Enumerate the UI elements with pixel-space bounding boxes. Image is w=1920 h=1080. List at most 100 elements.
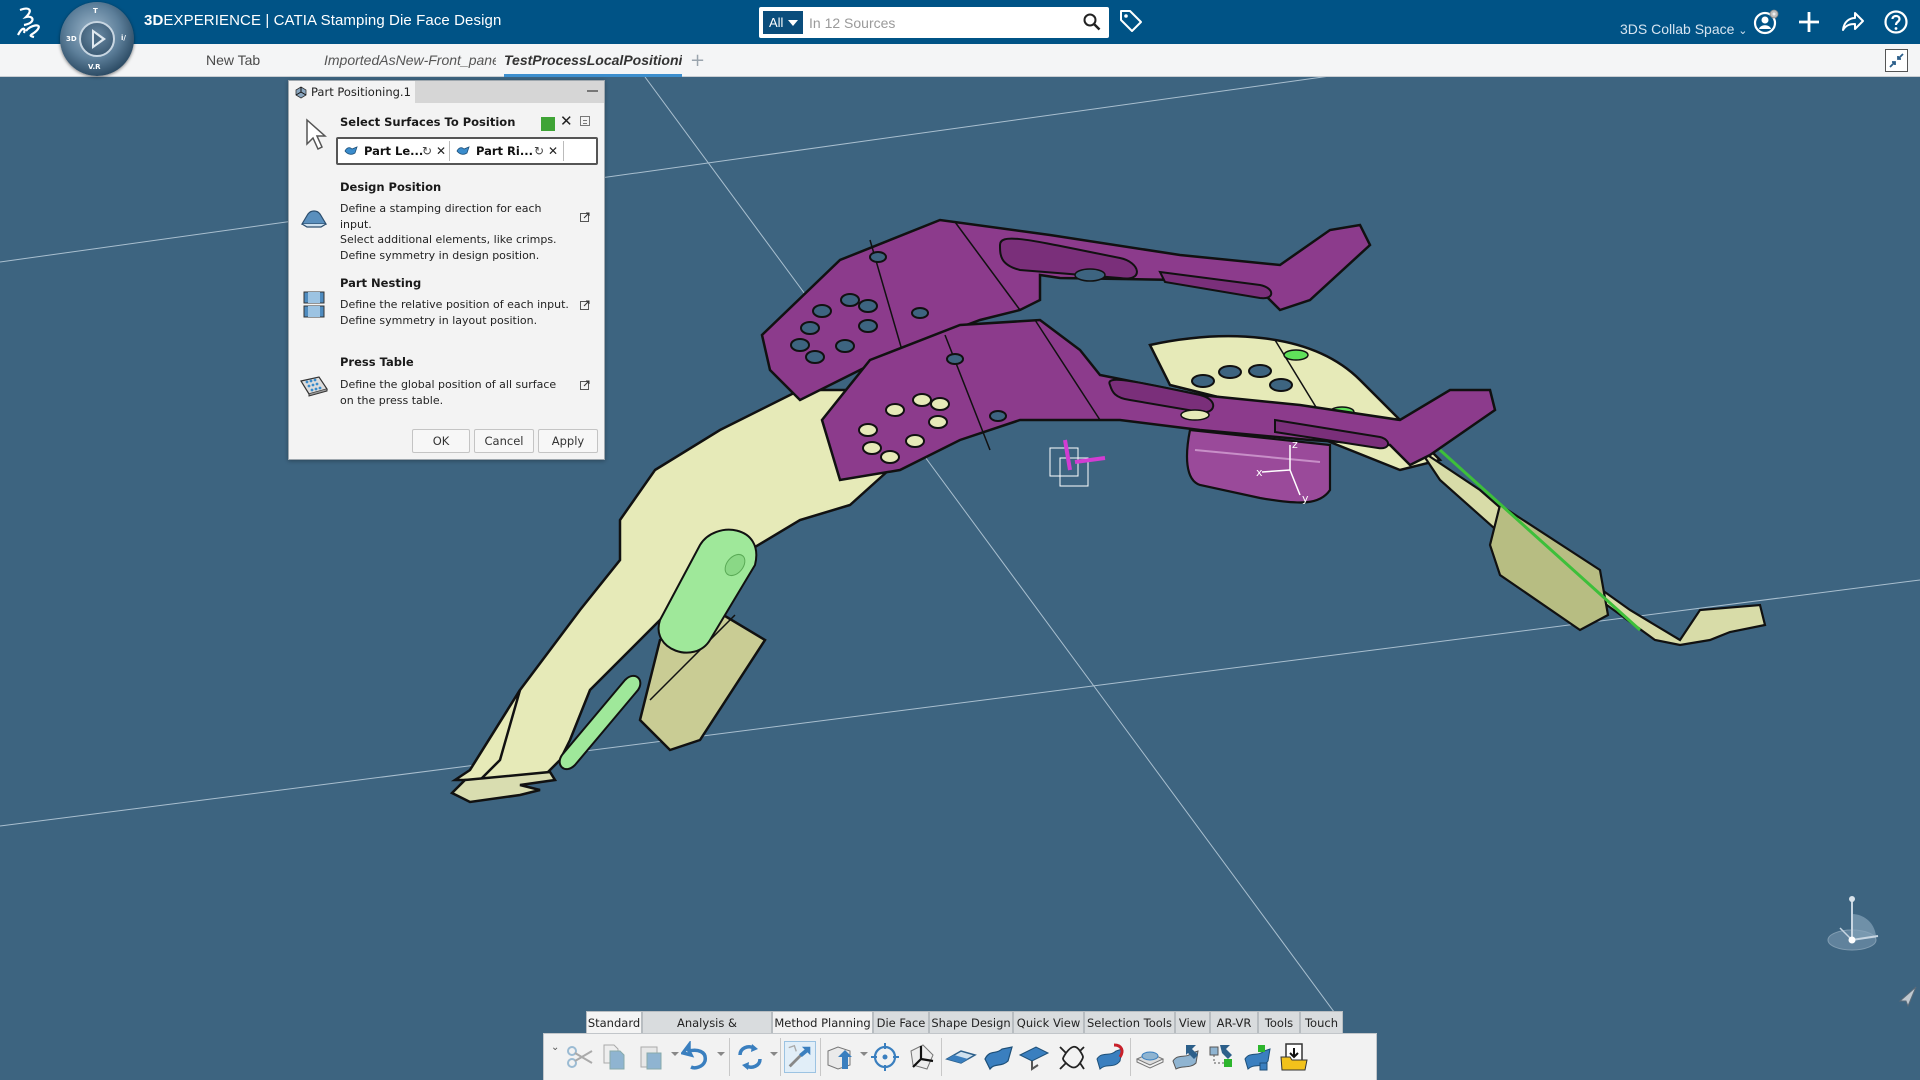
design-position-icon[interactable] — [299, 204, 329, 234]
refresh-icon[interactable]: ↻ — [422, 141, 432, 161]
tab-touch[interactable]: Touch — [1300, 1011, 1343, 1033]
description-line: Define a stamping direction for each inp… — [340, 202, 542, 231]
tab-method-planning[interactable]: Method Planning — [772, 1011, 873, 1033]
caret-down-icon — [788, 20, 798, 26]
paste-icon[interactable] — [636, 1041, 668, 1073]
undo-icon[interactable] — [681, 1041, 713, 1073]
tab-analysis-preparation[interactable]: Analysis & Preparation — [642, 1011, 772, 1052]
refresh-icon[interactable]: ↻ — [534, 141, 544, 161]
axis-label-z: z — [1292, 438, 1298, 451]
description-line: Define symmetry in design position. — [340, 248, 540, 262]
description-line: Define the global position of all surfac… — [340, 378, 557, 391]
compass-label-vr: V.R — [88, 63, 101, 71]
selection-chip-part-left[interactable]: Part Le... ↻ ✕ — [340, 141, 450, 161]
chevron-down-icon[interactable]: ⌄ — [551, 1042, 559, 1053]
compass-widget[interactable]: T 3D i/ V.R — [60, 2, 134, 76]
remove-selection-icon[interactable]: ✕ — [548, 141, 558, 161]
part-nesting-title[interactable]: Part Nesting — [340, 276, 421, 290]
part-positioning-icon — [295, 86, 307, 99]
toolbar-divider — [820, 1038, 821, 1076]
curve-icon[interactable] — [1056, 1041, 1088, 1073]
connect-icon[interactable] — [1242, 1041, 1274, 1073]
copy-icon[interactable] — [598, 1041, 630, 1073]
tab-selection-tools[interactable]: Selection Tools — [1084, 1011, 1175, 1033]
hierarchy-icon[interactable] — [1206, 1041, 1238, 1073]
external-link-icon[interactable] — [580, 380, 590, 390]
search-filter-dropdown[interactable]: All — [763, 11, 803, 34]
tab-ar-vr[interactable]: AR-VR — [1210, 1011, 1258, 1033]
press-table-tool-icon[interactable] — [1134, 1041, 1166, 1073]
flip-surface-icon[interactable] — [1094, 1041, 1126, 1073]
part-nesting-icon[interactable] — [299, 290, 329, 320]
action-bar: ⌄ — [543, 1033, 1377, 1080]
update-icon[interactable] — [734, 1041, 766, 1073]
search-icon[interactable] — [1083, 13, 1101, 31]
press-table-description: Define the global position of all surfac… — [340, 377, 570, 408]
ok-button[interactable]: OK — [412, 429, 470, 453]
tab-view[interactable]: View — [1175, 1011, 1210, 1033]
axis-label-y: y — [1302, 492, 1309, 505]
undo-dropdown-icon[interactable] — [717, 1052, 725, 1056]
help-icon[interactable] — [1882, 8, 1910, 36]
design-position-title[interactable]: Design Position — [340, 180, 441, 194]
app-name: EXPERIENCE | CATIA Stamping Die Face Des… — [163, 12, 502, 29]
remove-selection-icon[interactable]: ✕ — [436, 141, 446, 161]
add-tab-icon[interactable]: + — [690, 50, 705, 71]
dialog-title: Part Positioning.1 — [289, 81, 415, 104]
selection-label: Part Le... — [364, 144, 424, 158]
die-face-icon[interactable] — [1018, 1041, 1050, 1073]
tab-imported-front-panel[interactable]: ImportedAsNew-Front_panel — [324, 44, 496, 77]
external-link-icon[interactable] — [580, 300, 590, 310]
press-table-icon[interactable] — [299, 371, 329, 401]
paste-dropdown-icon[interactable] — [671, 1052, 679, 1056]
tab-tools[interactable]: Tools — [1258, 1011, 1300, 1033]
import-dropdown-icon[interactable] — [860, 1052, 868, 1056]
press-table-title[interactable]: Press Table — [340, 355, 414, 369]
folder-import-icon[interactable] — [1278, 1041, 1310, 1073]
toolbar-divider — [941, 1038, 942, 1076]
axis-system-icon[interactable] — [905, 1041, 937, 1073]
status-color-swatch[interactable] — [541, 117, 555, 131]
part-positioning-dialog: Part Positioning.1 Select Surfaces To Po… — [288, 80, 605, 460]
tab-quick-view[interactable]: Quick View — [1013, 1011, 1084, 1033]
target-icon[interactable] — [869, 1041, 901, 1073]
clear-selection-icon[interactable]: ✕ — [560, 112, 573, 130]
selection-list-icon[interactable] — [580, 116, 590, 126]
tab-bar: New Tab ImportedAsNew-Front_panel TestPr… — [0, 44, 1920, 77]
tab-die-face[interactable]: Die Face — [873, 1011, 929, 1033]
external-link-icon[interactable] — [580, 212, 590, 222]
collapse-view-button[interactable] — [1885, 49, 1908, 72]
search-bar: All — [759, 7, 1109, 38]
part-positioning-tool-icon[interactable] — [784, 1041, 816, 1073]
import-part-icon[interactable] — [824, 1041, 856, 1073]
description-line: Select additional elements, like crimps. — [340, 233, 557, 246]
cancel-button[interactable]: Cancel — [474, 429, 534, 453]
app-title: 3DEXPERIENCE | CATIA Stamping Die Face D… — [144, 12, 501, 29]
toolbar-divider — [1130, 1038, 1131, 1076]
chevron-down-icon: ⌄ — [1738, 25, 1748, 37]
collab-space-dropdown[interactable]: 3DS Collab Space ⌄ — [1620, 21, 1748, 37]
surface-transfer-icon[interactable] — [1170, 1041, 1202, 1073]
apply-button[interactable]: Apply — [538, 429, 598, 453]
tab-shape-design[interactable]: Shape Design — [929, 1011, 1013, 1033]
minimize-icon[interactable] — [587, 90, 598, 92]
update-dropdown-icon[interactable] — [770, 1052, 778, 1056]
surface-icon[interactable] — [982, 1041, 1014, 1073]
dassault-logo-icon[interactable] — [12, 5, 48, 39]
tab-new-tab[interactable]: New Tab — [206, 44, 276, 77]
axis-triad-magenta[interactable] — [1049, 439, 1106, 487]
surface-selection-field[interactable]: Part Le... ↻ ✕ Part Ri... ↻ ✕ — [336, 137, 598, 165]
plus-icon[interactable] — [1795, 8, 1823, 36]
user-profile-icon[interactable] — [1752, 8, 1780, 36]
share-icon[interactable] — [1838, 8, 1866, 36]
tag-icon[interactable] — [1118, 8, 1144, 34]
tab-test-process-local-positioning[interactable]: TestProcessLocalPositioning — [504, 44, 682, 77]
play-icon — [92, 29, 106, 49]
cut-icon[interactable] — [564, 1041, 596, 1073]
plane-surface-icon[interactable] — [945, 1041, 977, 1073]
description-line: on the press table. — [340, 393, 444, 407]
selection-chip-part-right[interactable]: Part Ri... ↻ ✕ — [452, 141, 564, 161]
tab-standard[interactable]: Standard — [586, 1011, 642, 1033]
3d-orientation-compass-icon[interactable] — [1820, 890, 1890, 960]
search-input[interactable] — [809, 11, 1069, 34]
